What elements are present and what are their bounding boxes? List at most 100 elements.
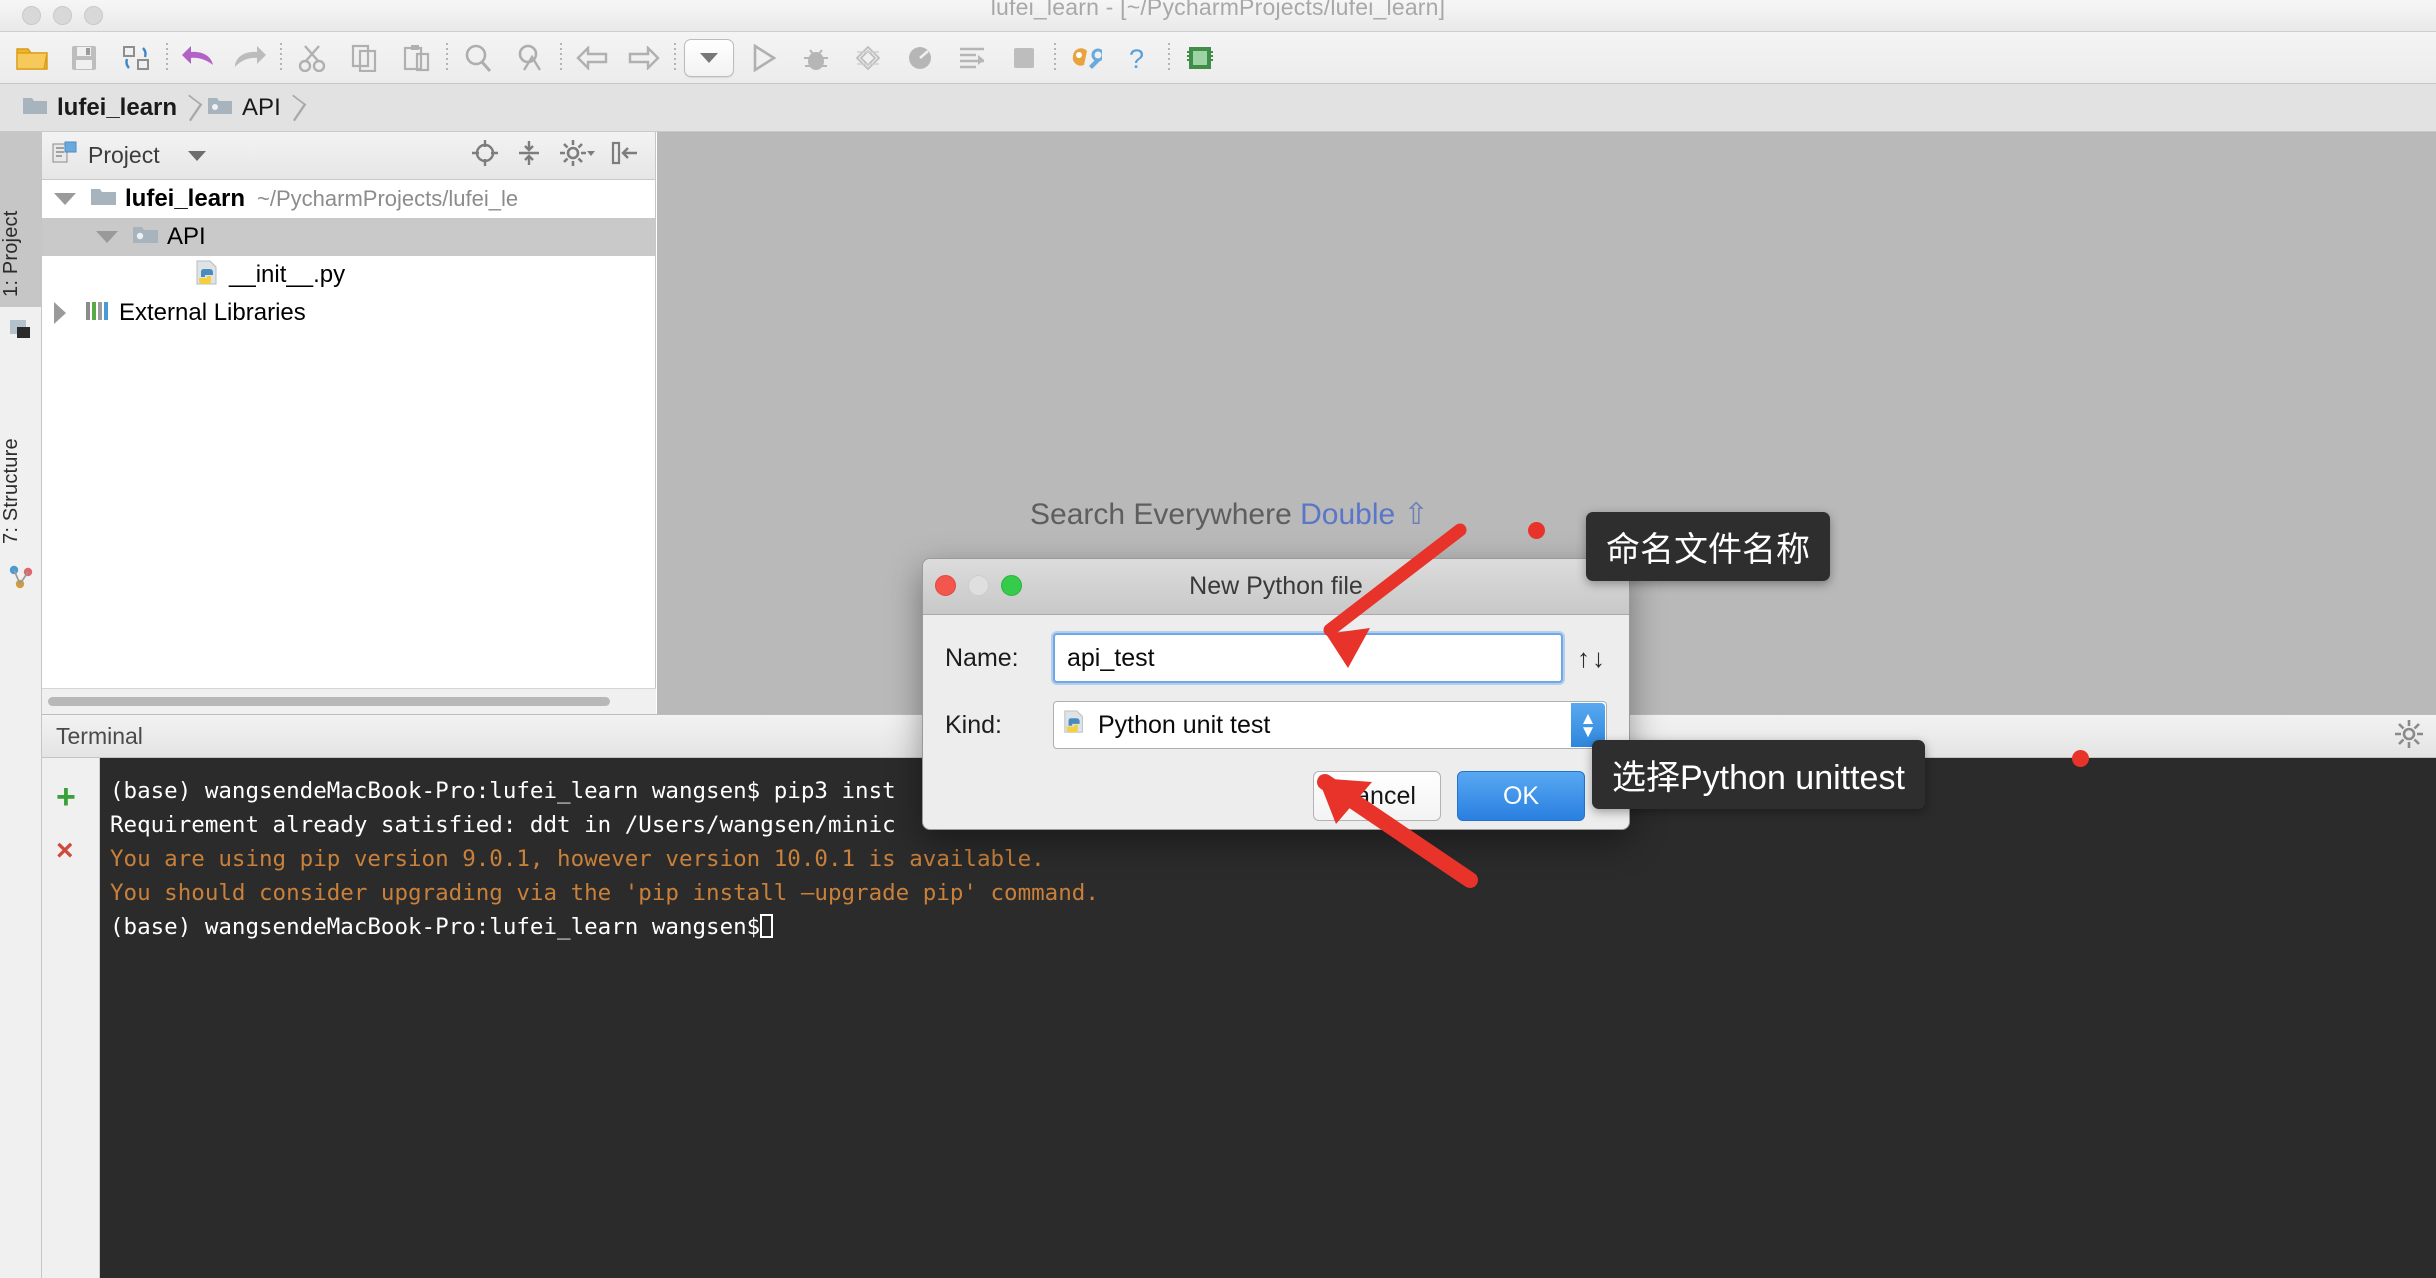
- breadcrumb-chevron-icon: [181, 84, 203, 132]
- search-everywhere-label: Search Everywhere: [1030, 498, 1292, 531]
- project-panel-hscrollbar[interactable]: [42, 688, 656, 714]
- chevron-down-icon[interactable]: ▼: [1580, 723, 1597, 740]
- new-terminal-session-button[interactable]: +: [56, 780, 76, 814]
- sidebar-item-project[interactable]: 1: Project: [0, 132, 42, 307]
- tree-row-external-libraries[interactable]: External Libraries: [42, 294, 655, 332]
- annotation-dot: [1528, 522, 1545, 539]
- database-icon[interactable]: [1174, 36, 1226, 80]
- project-view-icon: [52, 141, 78, 170]
- name-input[interactable]: api_test: [1053, 633, 1563, 683]
- project-tree[interactable]: lufei_learn ~/PycharmProjects/lufei_le A…: [42, 180, 655, 662]
- toolbar-separator: [446, 42, 448, 73]
- chevron-down-icon[interactable]: [187, 150, 206, 161]
- back-icon[interactable]: [566, 36, 618, 80]
- tree-row-init-py[interactable]: __init__.py: [42, 256, 655, 294]
- terminal-line: You are using pip version 9.0.1, however…: [110, 846, 1045, 872]
- settings-wrench-icon[interactable]: [1060, 36, 1112, 80]
- help-icon[interactable]: ?: [1112, 36, 1164, 80]
- save-all-icon[interactable]: [58, 36, 110, 80]
- terminal-output[interactable]: (base) wangsendeMacBook-Pro:lufei_learn …: [100, 758, 2436, 1278]
- debug-icon[interactable]: [790, 36, 842, 80]
- hide-panel-icon[interactable]: [611, 140, 639, 171]
- close-terminal-session-button[interactable]: ×: [56, 836, 74, 866]
- kind-label: Kind:: [945, 710, 1002, 739]
- tree-row-api[interactable]: API: [42, 218, 655, 256]
- cancel-button[interactable]: Cancel: [1313, 771, 1441, 821]
- collapsed-triangle-icon[interactable]: [54, 302, 66, 324]
- run-configuration-dropdown[interactable]: [684, 38, 734, 77]
- terminal-line: You should consider upgrading via the 'p…: [110, 880, 1099, 906]
- expanded-triangle-icon[interactable]: [96, 231, 118, 243]
- kind-select[interactable]: Python unit test ▲ ▼: [1053, 701, 1607, 749]
- pycharm-window: lufei_learn - [~/PycharmProjects/lufei_l…: [0, 0, 2436, 1278]
- breadcrumb-item-api[interactable]: API: [203, 84, 285, 132]
- annotation-choose-unittest: 选择Python unittest: [1592, 740, 1925, 809]
- python-file-icon: [194, 260, 222, 291]
- structure-graph-icon: [8, 564, 34, 590]
- undo-icon[interactable]: [172, 36, 224, 80]
- sidebar-item-favorites[interactable]: 2: Favorites: [0, 1212, 42, 1278]
- kind-selected-value: Python unit test: [1098, 710, 1271, 739]
- ok-button[interactable]: OK: [1457, 771, 1585, 821]
- svg-text:?: ?: [1129, 44, 1144, 73]
- terminal-tab-label[interactable]: Terminal: [56, 723, 143, 750]
- search-everywhere-shortcut-word: Double: [1300, 498, 1396, 531]
- tree-row-path: ~/PycharmProjects/lufei_le: [257, 186, 519, 211]
- terminal-side-actions: + ×: [42, 758, 100, 1278]
- sync-refresh-icon[interactable]: [110, 36, 162, 80]
- tree-row-lufei-learn[interactable]: lufei_learn ~/PycharmProjects/lufei_le: [42, 180, 655, 218]
- tree-row-label: External Libraries: [119, 299, 306, 326]
- tree-row-label: API: [167, 223, 206, 250]
- left-tool-strip: 1: Project 7: Structure 2: Favorites: [0, 132, 42, 1278]
- settings-gear-icon[interactable]: [559, 139, 595, 172]
- terminal-cursor: [760, 914, 774, 938]
- history-toggle-icon[interactable]: ↑↓: [1577, 643, 1607, 674]
- module-icon: [8, 317, 34, 343]
- name-label: Name:: [945, 643, 1019, 672]
- toolbar-separator: [1054, 42, 1056, 73]
- run-console-icon[interactable]: [946, 36, 998, 80]
- python-file-icon: [1062, 709, 1088, 741]
- breadcrumb-item-project[interactable]: lufei_learn: [18, 84, 181, 132]
- tree-row-label: __init__.py: [229, 261, 346, 288]
- copy-icon[interactable]: [338, 36, 390, 80]
- dialog-title: New Python file: [1189, 572, 1363, 600]
- kind-field-row: Kind: Python unit test ▲ ▼: [945, 701, 1607, 749]
- collapse-all-icon[interactable]: [515, 139, 543, 172]
- paste-icon[interactable]: [390, 36, 442, 80]
- dialog-titlebar: New Python file: [923, 559, 1629, 615]
- toolbar-separator: [674, 42, 676, 73]
- redo-icon[interactable]: [224, 36, 276, 80]
- project-panel-title: Project: [88, 142, 160, 168]
- settings-gear-icon[interactable]: [2394, 719, 2424, 754]
- breadcrumb-label: lufei_learn: [57, 93, 178, 121]
- coverage-icon[interactable]: [842, 36, 894, 80]
- profile-icon[interactable]: [894, 36, 946, 80]
- replace-icon[interactable]: [504, 36, 556, 80]
- name-field-row: Name: api_test ↑↓: [945, 633, 1607, 683]
- annotation-name-file: 命名文件名称: [1586, 512, 1830, 581]
- search-everywhere-hint: Search Everywhere Double ⇧: [1030, 497, 1429, 532]
- breadcrumb-chevron-icon: [285, 84, 307, 132]
- terminal-prompt-text: (base) wangsendeMacBook-Pro:lufei_learn …: [110, 914, 761, 940]
- annotation-dot: [2072, 750, 2089, 767]
- window-title: lufei_learn - [~/PycharmProjects/lufei_l…: [990, 0, 1446, 20]
- terminal-prompt-line: (base) wangsendeMacBook-Pro:lufei_learn …: [110, 910, 2436, 944]
- expanded-triangle-icon[interactable]: [54, 193, 76, 205]
- new-python-file-dialog: New Python file Name: api_test ↑↓ Kind: …: [922, 558, 1630, 830]
- tree-row-label: lufei_learn: [125, 185, 246, 212]
- cut-icon[interactable]: [286, 36, 338, 80]
- package-folder-icon: [207, 95, 233, 121]
- scrollbar-thumb[interactable]: [48, 697, 610, 706]
- open-project-icon[interactable]: [6, 36, 58, 80]
- sidebar-item-structure[interactable]: 7: Structure: [0, 354, 42, 554]
- find-icon[interactable]: [452, 36, 504, 80]
- project-panel: Project lufei_learn ~/PycharmProjects/lu…: [42, 132, 656, 714]
- stop-icon[interactable]: [998, 36, 1050, 80]
- shift-key-icon: ⇧: [1403, 498, 1429, 531]
- main-toolbar: ?: [0, 32, 2436, 84]
- forward-icon[interactable]: [618, 36, 670, 80]
- window-titlebar: lufei_learn - [~/PycharmProjects/lufei_l…: [0, 0, 2436, 32]
- run-icon[interactable]: [738, 36, 790, 80]
- locate-icon[interactable]: [471, 139, 499, 172]
